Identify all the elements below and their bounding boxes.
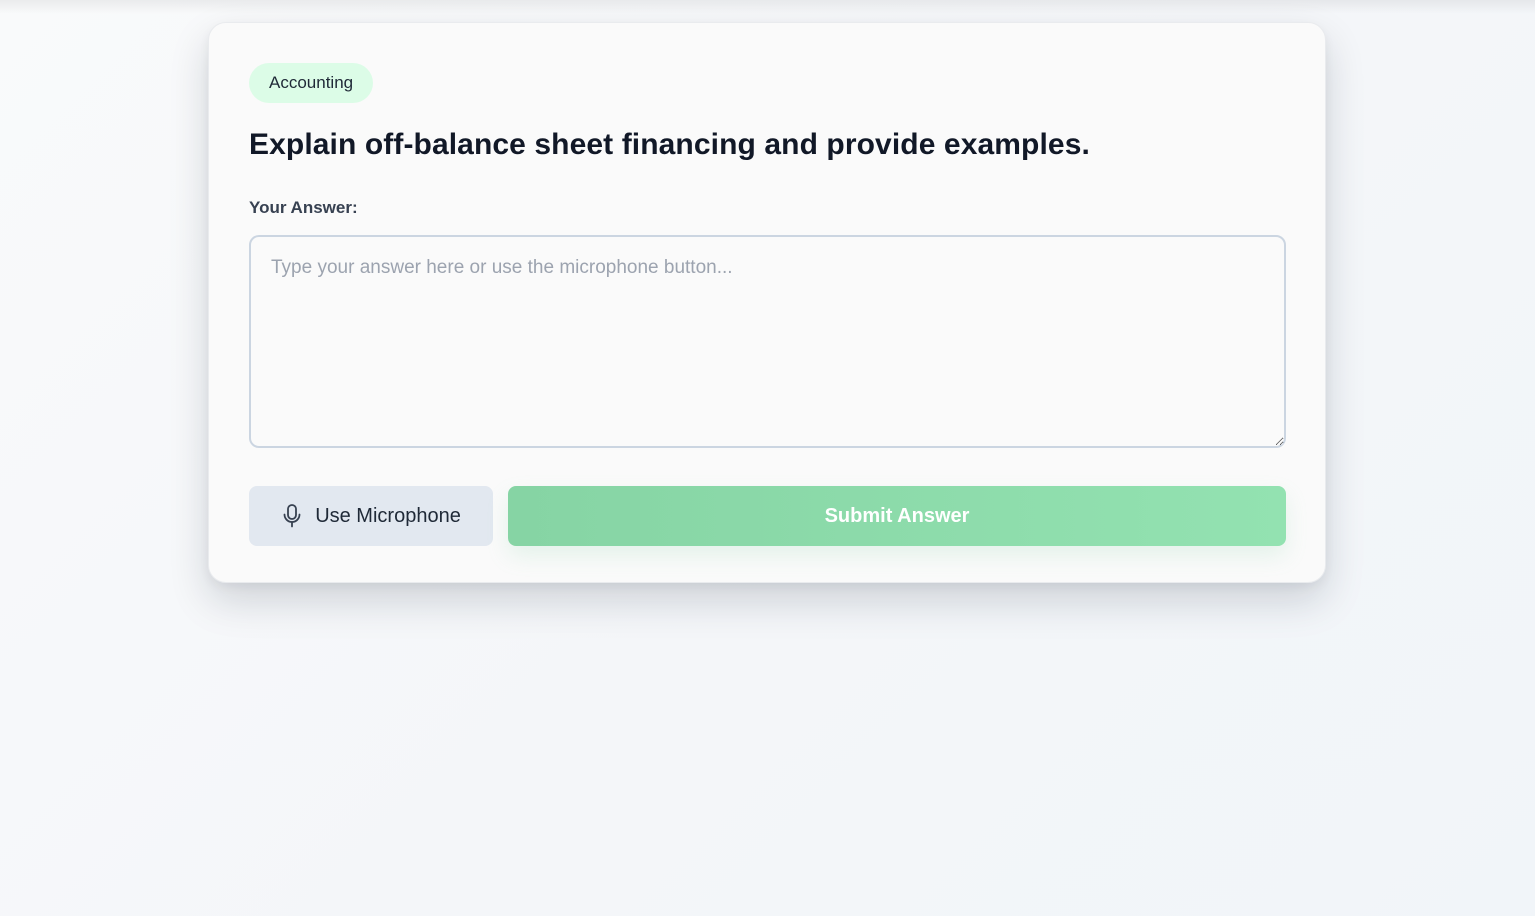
answer-actions: Use Microphone Submit Answer [249, 486, 1286, 546]
submit-answer-button[interactable]: Submit Answer [508, 486, 1286, 546]
top-edge-shadow [0, 0, 1535, 14]
question-title: Explain off-balance sheet financing and … [249, 128, 1090, 161]
answer-textarea[interactable] [249, 235, 1286, 448]
category-badge: Accounting [249, 63, 374, 103]
use-microphone-label: Use Microphone [315, 504, 461, 527]
microphone-icon [281, 503, 303, 529]
use-microphone-button[interactable]: Use Microphone [249, 486, 493, 546]
question-card: Accounting Explain off-balance sheet fin… [208, 22, 1326, 583]
answer-label: Your Answer: [249, 198, 358, 217]
